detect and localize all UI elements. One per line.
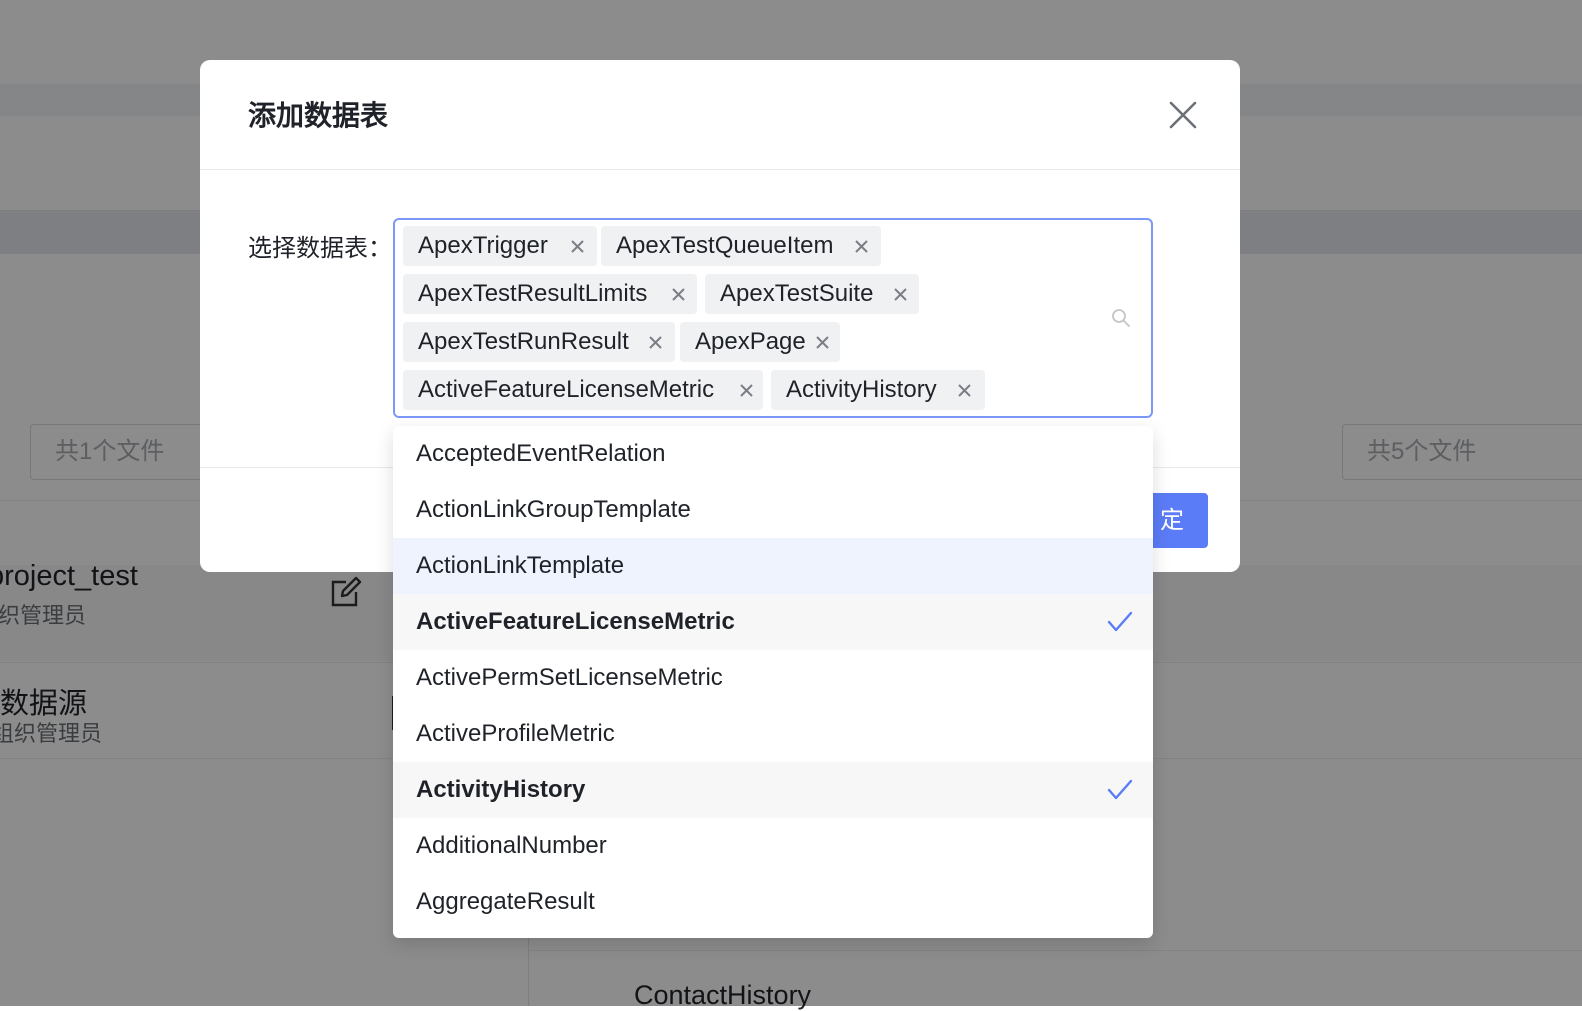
search-icon — [1112, 309, 1130, 327]
option-label: ActiveProfileMetric — [416, 720, 615, 747]
x-icon[interactable] — [957, 383, 972, 398]
selected-tag: ActiveFeatureLicenseMetric — [403, 370, 763, 410]
option-label: ActivePermSetLicenseMetric — [416, 664, 723, 691]
x-icon[interactable] — [570, 239, 585, 254]
x-icon[interactable] — [854, 239, 869, 254]
tag-label: ApexPage — [695, 328, 806, 355]
x-icon[interactable] — [893, 287, 908, 302]
option-item[interactable]: AdditionalNumber — [393, 818, 1153, 874]
table-select-label: 选择数据表： — [248, 235, 392, 262]
selected-tag: ActivityHistory — [771, 370, 985, 410]
tag-label: ApexTestSuite — [720, 280, 874, 307]
option-item-selected[interactable]: ActivityHistory — [393, 762, 1153, 818]
option-label: AggregateResult — [416, 888, 595, 915]
dialog-header: 添加数据表 — [200, 60, 1240, 170]
close-icon[interactable] — [1166, 98, 1200, 132]
selected-tag: ApexTestSuite — [705, 274, 919, 314]
selected-tag: ApexPage — [680, 322, 840, 362]
table-multi-select[interactable]: ApexTrigger ApexTestQueueItem ApexTestRe… — [393, 218, 1153, 418]
tag-label: ApexTestQueueItem — [616, 232, 834, 259]
option-label: ActivityHistory — [416, 776, 586, 803]
option-label: AcceptedEventRelation — [416, 440, 666, 467]
x-icon[interactable] — [671, 287, 686, 302]
selected-tag: ApexTestRunResult — [403, 322, 675, 362]
selected-tag: ApexTestResultLimits — [403, 274, 697, 314]
tag-label: ApexTrigger — [418, 232, 548, 259]
dialog-title: 添加数据表 — [248, 100, 389, 131]
option-item[interactable]: ActivePermSetLicenseMetric — [393, 650, 1153, 706]
x-icon[interactable] — [739, 383, 754, 398]
option-label: ActionLinkTemplate — [416, 552, 625, 579]
option-item-hovered[interactable]: ActionLinkTemplate — [393, 538, 1153, 594]
tag-label: ActivityHistory — [786, 376, 937, 403]
check-icon — [1107, 611, 1133, 632]
table-options-dropdown: AcceptedEventRelation ActionLinkGroupTem… — [393, 426, 1153, 938]
option-item[interactable]: ActionLinkGroupTemplate — [393, 482, 1153, 538]
tag-label: ApexTestResultLimits — [418, 280, 648, 307]
option-item[interactable]: ActiveProfileMetric — [393, 706, 1153, 762]
selected-tag: ApexTestQueueItem — [601, 226, 881, 266]
option-item-selected[interactable]: ActiveFeatureLicenseMetric — [393, 594, 1153, 650]
option-item[interactable]: AcceptedEventRelation — [393, 426, 1153, 482]
option-item[interactable]: AggregateResult — [393, 874, 1153, 930]
option-label: ActionLinkGroupTemplate — [416, 496, 691, 523]
option-label: AdditionalNumber — [416, 832, 607, 859]
tag-label: ApexTestRunResult — [418, 328, 629, 355]
check-icon — [1107, 779, 1133, 800]
x-icon[interactable] — [815, 335, 830, 350]
x-icon[interactable] — [648, 335, 663, 350]
option-label: ActiveFeatureLicenseMetric — [416, 608, 735, 635]
selected-tag: ApexTrigger — [403, 226, 597, 266]
tag-label: ActiveFeatureLicenseMetric — [418, 376, 715, 403]
